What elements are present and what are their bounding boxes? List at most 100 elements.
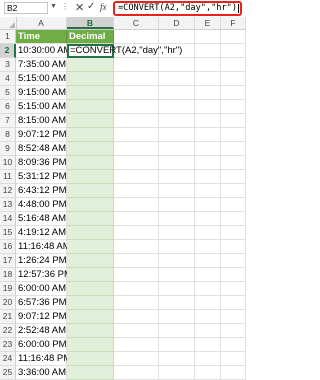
empty-cell[interactable] bbox=[221, 282, 246, 296]
empty-cell[interactable] bbox=[195, 240, 221, 254]
row-header[interactable]: 7 bbox=[0, 114, 16, 128]
empty-cell[interactable] bbox=[159, 240, 195, 254]
empty-cell[interactable] bbox=[221, 338, 246, 352]
decimal-cell[interactable] bbox=[67, 72, 114, 86]
decimal-cell[interactable] bbox=[67, 282, 114, 296]
empty-cell[interactable] bbox=[114, 100, 159, 114]
empty-cell[interactable] bbox=[195, 366, 221, 380]
empty-cell[interactable] bbox=[159, 352, 195, 366]
row-header[interactable]: 13 bbox=[0, 198, 16, 212]
column-header-a[interactable]: A bbox=[16, 17, 67, 29]
time-cell[interactable]: 2:52:48 AM bbox=[16, 324, 67, 338]
empty-cell[interactable] bbox=[159, 198, 195, 212]
row-header[interactable]: 9 bbox=[0, 142, 16, 156]
empty-cell[interactable] bbox=[159, 296, 195, 310]
time-cell[interactable]: 4:19:12 AM bbox=[16, 226, 67, 240]
row-header[interactable]: 23 bbox=[0, 338, 16, 352]
time-cell[interactable]: 7:35:00 AM bbox=[16, 58, 67, 72]
empty-cell[interactable] bbox=[114, 338, 159, 352]
decimal-cell[interactable] bbox=[67, 254, 114, 268]
empty-cell[interactable] bbox=[195, 254, 221, 268]
empty-cell[interactable] bbox=[221, 44, 246, 58]
empty-cell[interactable] bbox=[221, 142, 246, 156]
decimal-cell[interactable] bbox=[67, 198, 114, 212]
empty-cell[interactable] bbox=[114, 72, 159, 86]
time-cell[interactable]: 4:48:00 PM bbox=[16, 198, 67, 212]
empty-cell[interactable] bbox=[195, 44, 221, 58]
time-cell[interactable]: 11:16:48 AM bbox=[16, 240, 71, 254]
decimal-cell[interactable] bbox=[67, 212, 114, 226]
column-header-d[interactable]: D bbox=[159, 17, 195, 29]
row-header[interactable]: 5 bbox=[0, 86, 16, 100]
time-cell[interactable]: 1:26:24 PM bbox=[16, 254, 67, 268]
column-header-e[interactable]: E bbox=[195, 17, 221, 29]
empty-cell[interactable] bbox=[221, 254, 246, 268]
time-cell[interactable]: 6:43:12 PM bbox=[16, 184, 67, 198]
empty-cell[interactable] bbox=[195, 212, 221, 226]
decimal-cell[interactable] bbox=[67, 226, 114, 240]
empty-cell[interactable] bbox=[195, 282, 221, 296]
row-header[interactable]: 11 bbox=[0, 170, 16, 184]
empty-cell[interactable] bbox=[114, 30, 159, 44]
empty-cell[interactable] bbox=[195, 72, 221, 86]
empty-cell[interactable] bbox=[114, 268, 159, 282]
empty-cell[interactable] bbox=[195, 310, 221, 324]
row-header[interactable]: 14 bbox=[0, 212, 16, 226]
empty-cell[interactable] bbox=[159, 310, 195, 324]
empty-cell[interactable] bbox=[159, 86, 195, 100]
empty-cell[interactable] bbox=[114, 226, 159, 240]
empty-cell[interactable] bbox=[114, 240, 159, 254]
empty-cell[interactable] bbox=[195, 198, 221, 212]
time-cell[interactable]: 12:57:36 PM bbox=[16, 268, 72, 282]
empty-cell[interactable] bbox=[114, 184, 159, 198]
empty-cell[interactable] bbox=[159, 100, 195, 114]
time-cell[interactable]: 10:30:00 AM bbox=[16, 44, 71, 58]
empty-cell[interactable] bbox=[195, 268, 221, 282]
row-header[interactable]: 8 bbox=[0, 128, 16, 142]
time-cell[interactable]: 5:16:48 AM bbox=[16, 212, 67, 226]
empty-cell[interactable] bbox=[221, 156, 246, 170]
empty-cell[interactable] bbox=[114, 198, 159, 212]
time-cell[interactable]: 6:00:00 AM bbox=[16, 282, 67, 296]
time-cell[interactable]: 8:09:36 PM bbox=[16, 156, 67, 170]
row-header[interactable]: 4 bbox=[0, 72, 16, 86]
empty-cell[interactable] bbox=[195, 226, 221, 240]
decimal-cell[interactable] bbox=[67, 296, 114, 310]
empty-cell[interactable] bbox=[114, 310, 159, 324]
row-header[interactable]: 17 bbox=[0, 254, 16, 268]
decimal-cell[interactable] bbox=[67, 170, 114, 184]
decimal-cell[interactable] bbox=[67, 86, 114, 100]
row-header[interactable]: 22 bbox=[0, 324, 16, 338]
decimal-cell[interactable] bbox=[67, 240, 114, 254]
time-cell[interactable]: 5:31:12 PM bbox=[16, 170, 67, 184]
row-header[interactable]: 16 bbox=[0, 240, 16, 254]
empty-cell[interactable] bbox=[221, 324, 246, 338]
header-cell-decimal[interactable]: Decimal bbox=[67, 30, 114, 44]
empty-cell[interactable] bbox=[159, 324, 195, 338]
column-header-f[interactable]: F bbox=[221, 17, 246, 29]
time-cell[interactable]: 6:00:00 PM bbox=[16, 338, 67, 352]
empty-cell[interactable] bbox=[221, 72, 246, 86]
empty-cell[interactable] bbox=[159, 142, 195, 156]
empty-cell[interactable] bbox=[221, 212, 246, 226]
empty-cell[interactable] bbox=[159, 366, 195, 380]
empty-cell[interactable] bbox=[159, 128, 195, 142]
empty-cell[interactable] bbox=[195, 86, 221, 100]
decimal-cell[interactable] bbox=[67, 114, 114, 128]
empty-cell[interactable] bbox=[195, 58, 221, 72]
empty-cell[interactable] bbox=[114, 212, 159, 226]
row-header[interactable]: 6 bbox=[0, 100, 16, 114]
header-cell-time[interactable]: Time bbox=[16, 30, 67, 44]
empty-cell[interactable] bbox=[114, 324, 159, 338]
empty-cell[interactable] bbox=[195, 142, 221, 156]
empty-cell[interactable] bbox=[114, 86, 159, 100]
empty-cell[interactable] bbox=[159, 170, 195, 184]
decimal-cell[interactable] bbox=[67, 324, 114, 338]
empty-cell[interactable] bbox=[159, 254, 195, 268]
empty-cell[interactable] bbox=[159, 226, 195, 240]
empty-cell[interactable] bbox=[221, 184, 246, 198]
decimal-cell[interactable] bbox=[67, 268, 114, 282]
empty-cell[interactable] bbox=[221, 240, 246, 254]
decimal-cell[interactable] bbox=[67, 100, 114, 114]
empty-cell[interactable] bbox=[195, 170, 221, 184]
